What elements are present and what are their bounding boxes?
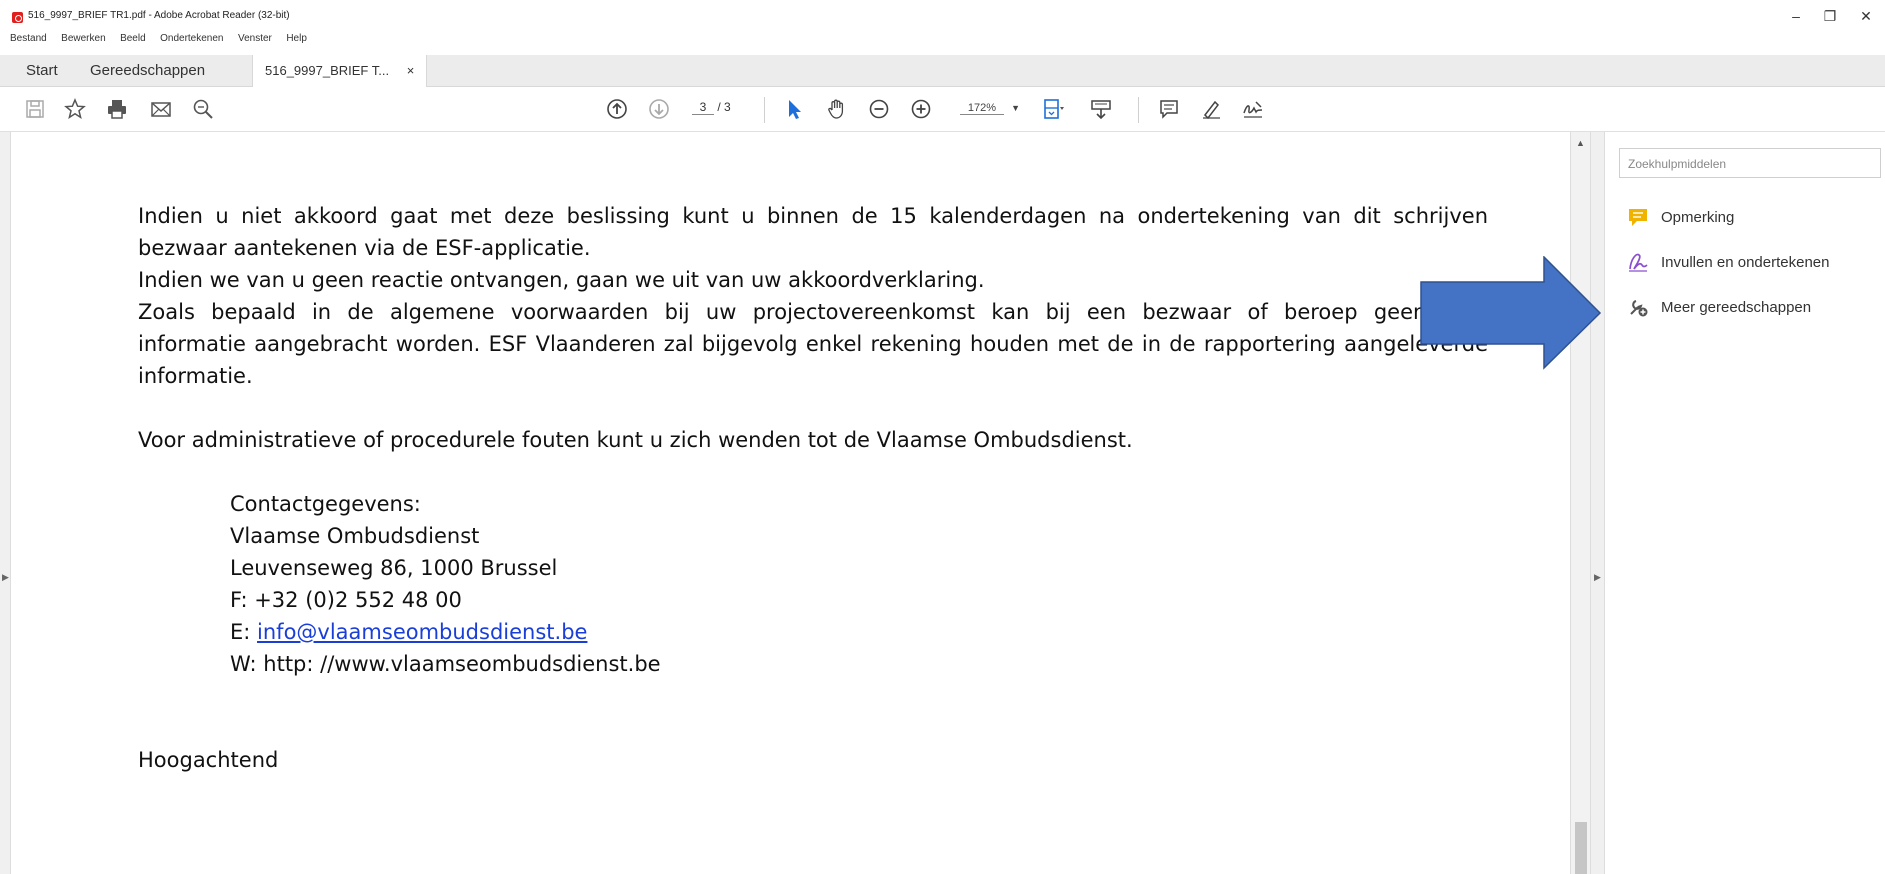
contact-heading: Contactgegevens: <box>230 492 421 516</box>
zoom-level-dropdown[interactable]: 172% ▼ <box>960 102 1020 115</box>
fill-sign-icon <box>1627 251 1649 273</box>
minimize-button[interactable]: – <box>1782 6 1810 26</box>
tool-more-tools-label: Meer gereedschappen <box>1661 298 1812 316</box>
zoom-in-icon[interactable] <box>908 97 934 121</box>
tools-search-input[interactable]: Zoekhulpmiddelen <box>1619 148 1881 178</box>
expand-left-icon: ▶ <box>2 572 9 582</box>
highlight-pen-icon[interactable] <box>1198 97 1224 121</box>
tools-pane: Zoekhulpmiddelen Opmerking Invullen en o… <box>1604 132 1885 874</box>
zoom-out-icon[interactable] <box>866 97 892 121</box>
chevron-down-icon: ▼ <box>1011 103 1020 113</box>
vertical-scrollbar[interactable]: ▲ <box>1570 132 1591 874</box>
toolbar: 3 / 3 172% ▼ <box>0 87 1885 132</box>
tab-document-label: 516_9997_BRIEF T... <box>265 63 390 78</box>
fit-page-icon[interactable] <box>1040 97 1066 121</box>
page-number-input[interactable]: 3 <box>692 100 714 115</box>
page-navigator: 3 / 3 <box>692 100 731 115</box>
tool-comment[interactable]: Opmerking <box>1627 206 1734 228</box>
closing-greeting: Hoogachtend <box>138 748 279 772</box>
print-icon[interactable] <box>104 97 130 121</box>
tab-document[interactable]: 516_9997_BRIEF T... × <box>252 55 428 87</box>
title-bar: 516_9997_BRIEF TR1.pdf - Adobe Acrobat R… <box>0 0 1885 28</box>
menu-help[interactable]: Help <box>286 33 307 44</box>
star-icon[interactable] <box>62 97 88 121</box>
doc-paragraph-3-line-3: informatie. <box>138 364 253 388</box>
doc-paragraph-3-line-2: informatie aangebracht worden. ESF Vlaan… <box>138 332 1488 356</box>
tab-close-icon[interactable]: × <box>407 63 415 78</box>
close-window-button[interactable]: ✕ <box>1852 6 1880 26</box>
tool-fill-sign[interactable]: Invullen en ondertekenen <box>1627 251 1829 273</box>
search-zoom-icon[interactable] <box>190 97 216 121</box>
doc-paragraph-2: Indien we van u geen reactie ontvangen, … <box>138 268 985 292</box>
save-icon[interactable] <box>22 97 48 121</box>
pdf-app-icon <box>12 12 23 23</box>
collapse-right-panel-icon: ▶ <box>1594 572 1601 582</box>
toolbar-separator <box>764 97 765 123</box>
previous-page-icon[interactable] <box>604 97 630 121</box>
sign-tool-icon[interactable] <box>1240 97 1266 121</box>
restore-button[interactable]: ❐ <box>1816 6 1844 26</box>
select-cursor-icon[interactable] <box>782 97 808 121</box>
scroll-up-icon[interactable]: ▲ <box>1576 138 1585 148</box>
contact-email-prefix: E: <box>230 620 258 644</box>
tool-more-tools[interactable]: Meer gereedschappen <box>1627 296 1811 318</box>
next-page-icon[interactable] <box>646 97 672 121</box>
menu-bar: Bestand Bewerken Beeld Ondertekenen Vens… <box>0 28 1885 48</box>
zoom-level-value: 172% <box>960 102 1004 115</box>
window-title: 516_9997_BRIEF TR1.pdf - Adobe Acrobat R… <box>28 10 290 21</box>
tab-tools[interactable]: Gereedschappen <box>78 55 217 86</box>
document-viewport[interactable]: ▶ Indien u niet akkoord gaat met deze be… <box>0 132 1591 874</box>
left-panel-toggle[interactable]: ▶ <box>0 132 11 874</box>
doc-paragraph-1-line-2: bezwaar aantekenen via de ESF-applicatie… <box>138 236 591 260</box>
menu-beeld[interactable]: Beeld <box>120 33 146 44</box>
doc-paragraph-4: Voor administratieve of procedurele fout… <box>138 428 1133 452</box>
toolbar-separator <box>1138 97 1139 123</box>
blue-arrow-annotation <box>1420 256 1602 370</box>
contact-website: W: http: //www.vlaamseombudsdienst.be <box>230 652 661 676</box>
hand-tool-icon[interactable] <box>824 97 850 121</box>
tool-fill-sign-label: Invullen en ondertekenen <box>1661 253 1830 271</box>
doc-paragraph-3-line-1: Zoals bepaald in de algemene voorwaarden… <box>138 300 1488 324</box>
doc-paragraph-1-line-1: Indien u niet akkoord gaat met deze besl… <box>138 204 1488 228</box>
page-total: / 3 <box>717 100 731 114</box>
comment-tool-icon[interactable] <box>1156 97 1182 121</box>
right-panel-toggle[interactable]: ▶ <box>1590 132 1604 874</box>
contact-email-line: E: info@vlaamseombudsdienst.be <box>230 620 587 644</box>
more-tools-icon <box>1627 296 1649 318</box>
menu-bestand[interactable]: Bestand <box>10 33 47 44</box>
contact-address: Leuvenseweg 86, 1000 Brussel <box>230 556 558 580</box>
menu-bewerken[interactable]: Bewerken <box>61 33 105 44</box>
comment-icon <box>1627 206 1649 228</box>
menu-venster[interactable]: Venster <box>238 33 272 44</box>
tool-comment-label: Opmerking <box>1661 208 1735 226</box>
contact-email-link[interactable]: info@vlaamseombudsdienst.be <box>257 620 587 644</box>
tab-start[interactable]: Start <box>14 55 70 86</box>
contact-fax: F: +32 (0)2 552 48 00 <box>230 588 462 612</box>
scroll-mode-icon[interactable] <box>1088 97 1114 121</box>
email-icon[interactable] <box>148 97 174 121</box>
contact-name: Vlaamse Ombudsdienst <box>230 524 480 548</box>
tab-bar: Start Gereedschappen 516_9997_BRIEF T...… <box>0 55 1885 87</box>
pdf-page: Indien u niet akkoord gaat met deze besl… <box>28 132 1568 874</box>
scrollbar-thumb[interactable] <box>1575 822 1587 874</box>
menu-ondertekenen[interactable]: Ondertekenen <box>160 33 223 44</box>
